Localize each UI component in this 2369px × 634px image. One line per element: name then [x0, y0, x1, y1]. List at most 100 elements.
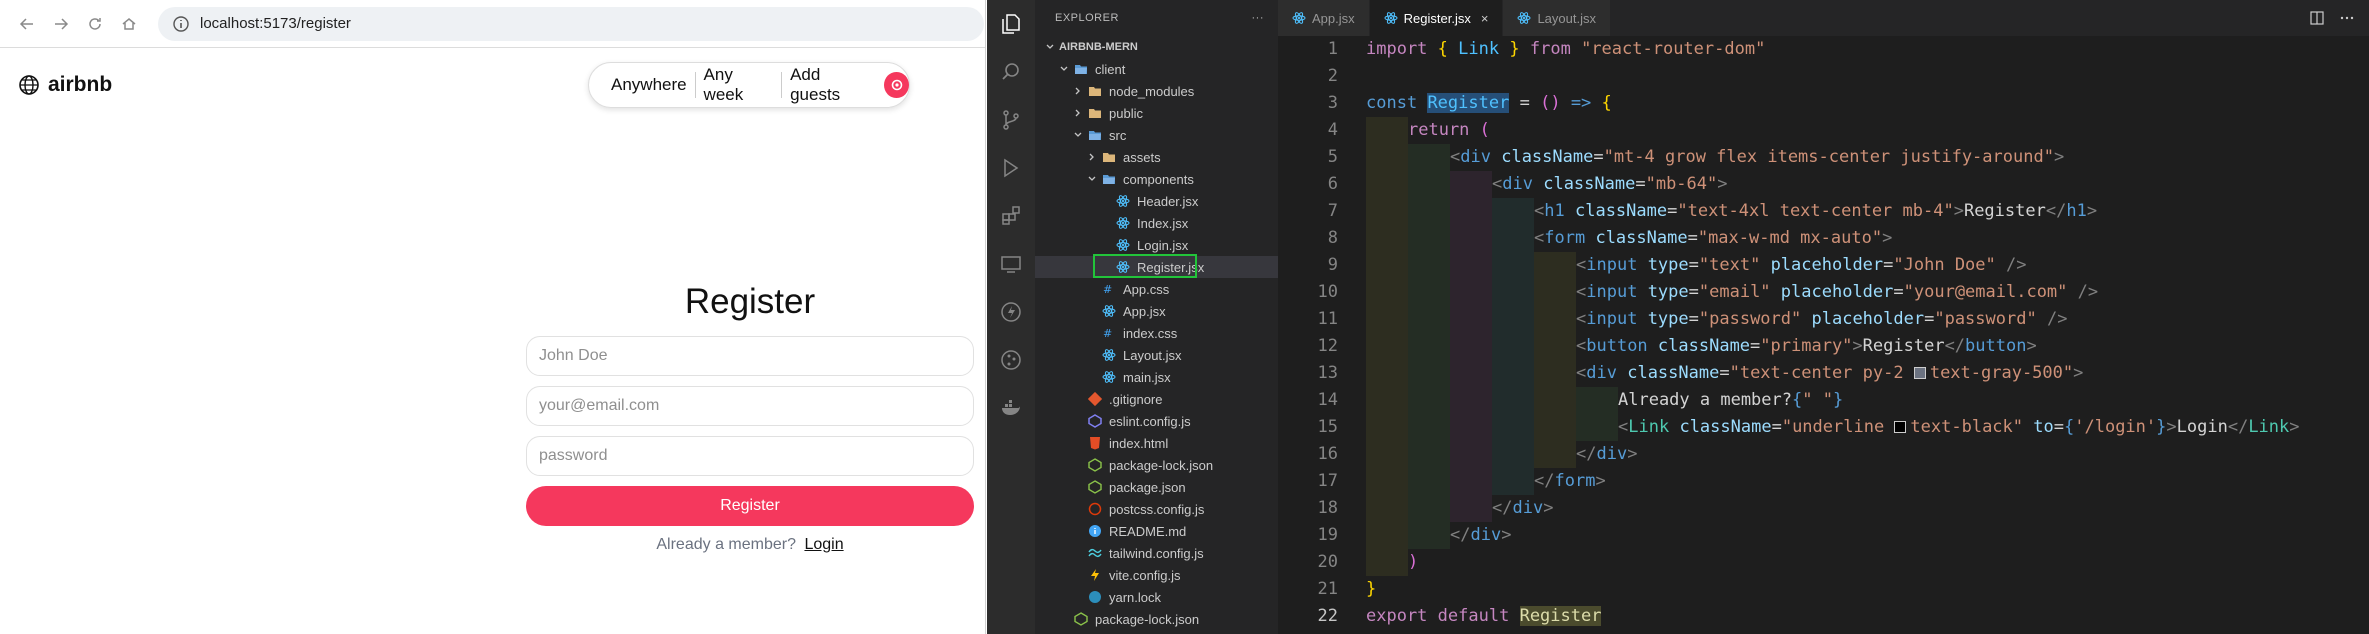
- search-add-guests[interactable]: Add guests: [782, 65, 878, 105]
- reload-button[interactable]: [80, 9, 110, 39]
- tab-layout-jsx[interactable]: Layout.jsx: [1503, 0, 1611, 36]
- explorer-more-button[interactable]: ···: [1252, 12, 1265, 24]
- globe-icon: [19, 75, 39, 95]
- tree-item-vite-config-js[interactable]: vite.config.js: [1035, 564, 1278, 586]
- tree-item-yarn-lock[interactable]: yarn.lock: [1035, 586, 1278, 608]
- tree-item-label: index.html: [1109, 435, 1169, 451]
- tab-close-button[interactable]: ×: [1481, 11, 1489, 26]
- code-line: 12 <button className="primary">Register</…: [1278, 333, 2369, 360]
- tree-item-app-css[interactable]: # App.css: [1035, 278, 1278, 300]
- tree-item-assets[interactable]: assets: [1035, 146, 1278, 168]
- tree-item-public[interactable]: public: [1035, 102, 1278, 124]
- docker-activity[interactable]: [987, 384, 1035, 432]
- svg-text:#: #: [1103, 327, 1112, 340]
- chevron-right-icon[interactable]: [1085, 150, 1099, 164]
- forward-button[interactable]: [46, 9, 76, 39]
- color-swatch-black[interactable]: [1894, 421, 1907, 433]
- split-editor-icon[interactable]: [2309, 10, 2325, 26]
- line-number: 5: [1327, 147, 1338, 167]
- tree-item-index-html[interactable]: index.html: [1035, 432, 1278, 454]
- back-button[interactable]: [12, 9, 42, 39]
- line-number: 8: [1327, 228, 1338, 248]
- chevron-down-icon[interactable]: [1057, 62, 1071, 76]
- tree-item-components[interactable]: components: [1035, 168, 1278, 190]
- logo[interactable]: airbnb: [18, 73, 112, 97]
- tree-item-header-jsx[interactable]: Header.jsx: [1035, 190, 1278, 212]
- tree-item-node-modules[interactable]: node_modules: [1035, 80, 1278, 102]
- line-number: 4: [1327, 120, 1338, 140]
- tab-app-jsx[interactable]: App.jsx: [1278, 0, 1370, 36]
- tree-item-package-lock-json[interactable]: package-lock.json: [1035, 608, 1278, 630]
- run-debug-activity[interactable]: [987, 144, 1035, 192]
- copilot-activity[interactable]: [987, 288, 1035, 336]
- chevron-right-icon[interactable]: [1071, 106, 1085, 120]
- tree-item-layout-jsx[interactable]: Layout.jsx: [1035, 344, 1278, 366]
- tree-item-label: Header.jsx: [1137, 193, 1199, 209]
- git-graph-activity[interactable]: [987, 336, 1035, 384]
- site-info-icon[interactable]: [172, 15, 190, 33]
- folder-open-icon: [1101, 171, 1117, 187]
- tab-register-jsx[interactable]: Register.jsx ×: [1369, 0, 1504, 36]
- node-icon: [1073, 611, 1089, 627]
- tree-item-client[interactable]: client: [1035, 58, 1278, 80]
- tree-item-package-json[interactable]: package.json: [1035, 476, 1278, 498]
- search-activity[interactable]: [987, 48, 1035, 96]
- tree-item-postcss-config-js[interactable]: postcss.config.js: [1035, 498, 1278, 520]
- react-icon: [1101, 369, 1117, 385]
- chevron-right-icon[interactable]: [1071, 84, 1085, 98]
- search-button[interactable]: [884, 72, 909, 98]
- source-control-activity[interactable]: [987, 96, 1035, 144]
- color-swatch-gray[interactable]: [1913, 367, 1926, 379]
- tree-item-label: Index.jsx: [1137, 215, 1189, 231]
- search-bar[interactable]: Anywhere Any week Add guests: [588, 62, 910, 108]
- code-editor[interactable]: 1 import { Link } from "react-router-dom"…: [1278, 36, 2369, 630]
- tree-item-label: Login.jsx: [1137, 237, 1189, 253]
- search-anywhere[interactable]: Anywhere: [603, 75, 695, 95]
- browser-window: localhost:5173/register airbnb Anywhere …: [0, 0, 986, 634]
- reload-icon: [89, 17, 101, 30]
- search-any-week[interactable]: Any week: [696, 65, 782, 105]
- line-number: 19: [1317, 525, 1338, 545]
- explorer-activity[interactable]: [987, 0, 1035, 48]
- folder-open-icon: [1087, 127, 1103, 143]
- tree-item-login-jsx[interactable]: Login.jsx: [1035, 234, 1278, 256]
- tree-item-label: README.md: [1109, 523, 1187, 539]
- tree-item-label: assets: [1123, 149, 1161, 165]
- tree-item-app-jsx[interactable]: App.jsx: [1035, 300, 1278, 322]
- tree-item-eslint-config-js[interactable]: eslint.config.js: [1035, 410, 1278, 432]
- tree-item-index-jsx[interactable]: Index.jsx: [1035, 212, 1278, 234]
- tree-item-readme-md[interactable]: README.md: [1035, 520, 1278, 542]
- more-actions-icon[interactable]: [2339, 10, 2355, 26]
- tree-item-package-lock-json[interactable]: package-lock.json: [1035, 454, 1278, 476]
- chevron-down-icon[interactable]: [1085, 172, 1099, 186]
- line-number: 13: [1317, 363, 1338, 383]
- tree-item-gitignore[interactable]: .gitignore: [1035, 388, 1278, 410]
- site-header: airbnb Anywhere Any week Add guests: [0, 62, 986, 110]
- tree-item-label: Layout.jsx: [1123, 347, 1182, 363]
- code-line: 22 export default Register: [1278, 603, 2369, 630]
- arrow-left-icon: [19, 17, 33, 30]
- workspace-root-label: AIRBNB-MERN: [1059, 41, 1138, 53]
- workspace-root[interactable]: AIRBNB-MERN: [1035, 36, 1278, 58]
- tree-item-tailwind-config-js[interactable]: tailwind.config.js: [1035, 542, 1278, 564]
- email-input[interactable]: [526, 386, 974, 426]
- address-bar[interactable]: localhost:5173/register: [158, 6, 984, 41]
- register-button[interactable]: Register: [526, 486, 974, 526]
- chevron-down-icon[interactable]: [1071, 128, 1085, 142]
- password-input[interactable]: [526, 436, 974, 476]
- tree-item-main-jsx[interactable]: main.jsx: [1035, 366, 1278, 388]
- remote-explorer-activity[interactable]: [987, 240, 1035, 288]
- name-input[interactable]: [526, 336, 974, 376]
- extensions-activity[interactable]: [987, 192, 1035, 240]
- yarn-icon: [1087, 589, 1103, 605]
- tree-item-index-css[interactable]: # index.css: [1035, 322, 1278, 344]
- tree-item-label: vite.config.js: [1109, 567, 1181, 583]
- tree-item-src[interactable]: src: [1035, 124, 1278, 146]
- lightning-icon: [1001, 302, 1021, 322]
- home-button[interactable]: [114, 9, 144, 39]
- react-icon: [1115, 215, 1131, 231]
- login-link[interactable]: Login: [804, 536, 843, 553]
- line-number: 20: [1317, 552, 1338, 572]
